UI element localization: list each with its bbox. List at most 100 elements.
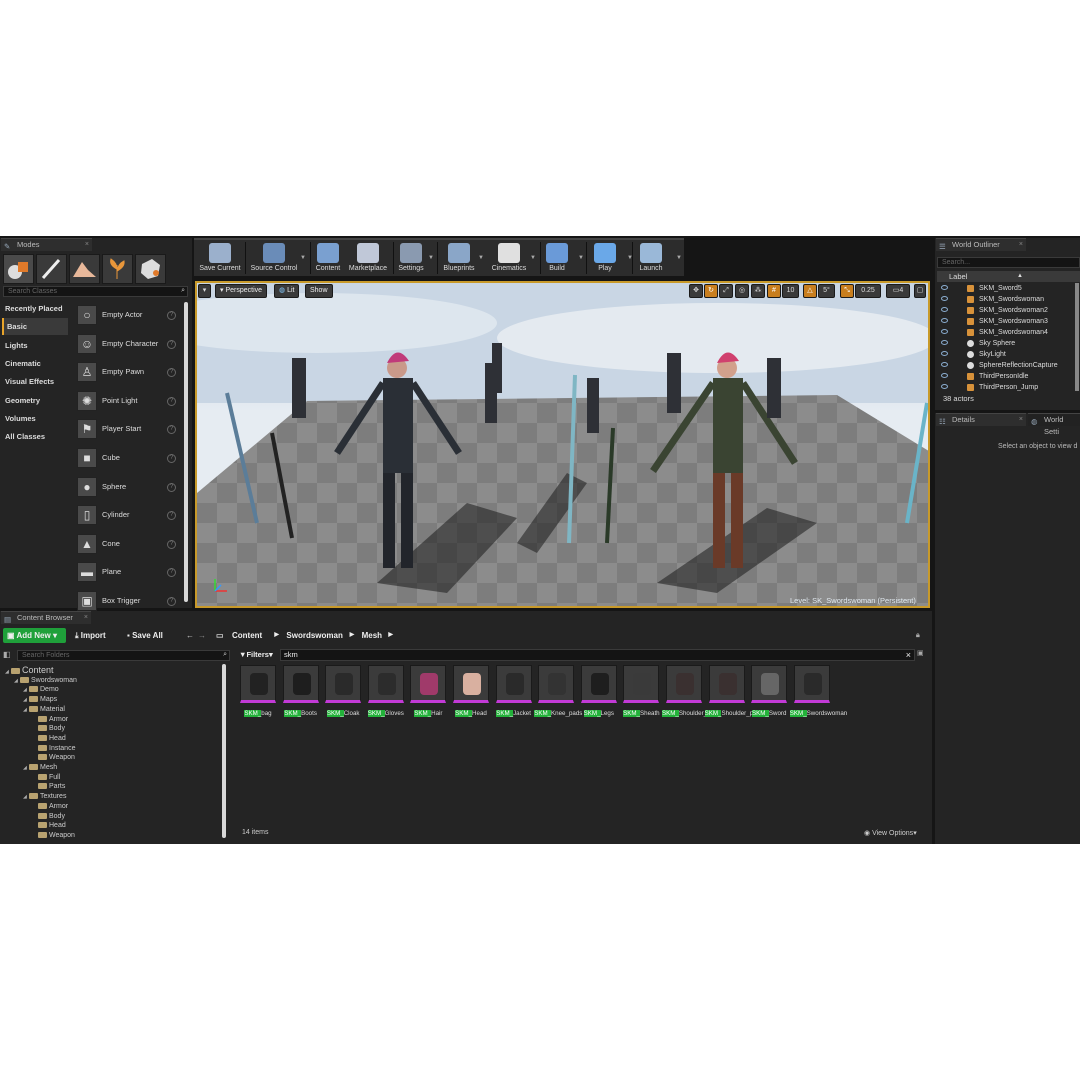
- placeable-item[interactable]: ■ Cube?: [74, 445, 184, 471]
- modes-scrollbar[interactable]: [184, 302, 188, 602]
- outliner-row[interactable]: SkyLight: [937, 349, 1080, 360]
- forward-button[interactable]: →: [198, 628, 206, 643]
- build-button[interactable]: Build: [544, 240, 570, 276]
- add-new-button[interactable]: ▣ Add New ▾: [3, 628, 66, 643]
- category-basic[interactable]: Basic: [2, 318, 68, 336]
- search-folders-input[interactable]: Search Folders ⌕: [17, 650, 230, 661]
- rotation-snap-value[interactable]: 5°: [818, 284, 835, 298]
- visibility-eye-icon[interactable]: [941, 318, 948, 323]
- folder-tree-item[interactable]: Full: [32, 773, 60, 783]
- asset-tile-sword[interactable]: [751, 665, 788, 703]
- asset-tile-swordswoman[interactable]: [793, 665, 830, 703]
- asset-tile-shoulder_pad1[interactable]: [666, 665, 702, 703]
- outliner-row[interactable]: SphereReflectionCapture: [937, 360, 1080, 371]
- camera-speed-button[interactable]: ▭4: [886, 284, 910, 298]
- viewport-options-button[interactable]: ▾: [198, 284, 211, 298]
- outliner-row[interactable]: ThirdPerson_Jump: [937, 382, 1080, 393]
- clear-search-icon[interactable]: ×: [906, 650, 911, 660]
- category-all-classes[interactable]: All Classes: [2, 428, 68, 445]
- category-visual-effects[interactable]: Visual Effects: [2, 373, 68, 390]
- world-space-button[interactable]: ◎: [735, 284, 749, 298]
- visibility-eye-icon[interactable]: [941, 307, 948, 312]
- asset-tile-shoulder_pad2[interactable]: [708, 665, 745, 703]
- paint-mode-button[interactable]: [36, 254, 67, 284]
- translate-tool-button[interactable]: ✥: [689, 284, 703, 298]
- visibility-eye-icon[interactable]: [941, 351, 948, 356]
- asset-tile-hair[interactable]: [410, 665, 447, 703]
- folder-tree-item[interactable]: Parts: [32, 782, 65, 792]
- folder-tree-item[interactable]: Weapon: [32, 753, 75, 763]
- breadcrumb-content[interactable]: Content: [232, 628, 262, 643]
- category-volumes[interactable]: Volumes: [2, 410, 68, 427]
- chevron-down-icon[interactable]: ▼: [300, 255, 306, 261]
- folder-tree-item[interactable]: ◢ Maps: [23, 695, 57, 705]
- outliner-row[interactable]: SKM_Swordswoman3: [937, 316, 1080, 327]
- close-icon[interactable]: ×: [85, 239, 89, 251]
- grid-snap-icon[interactable]: #: [767, 284, 781, 298]
- geometry-mode-button[interactable]: [135, 254, 166, 284]
- asset-search-input[interactable]: skm ×: [280, 649, 915, 661]
- visibility-eye-icon[interactable]: [941, 296, 948, 301]
- maximize-viewport-button[interactable]: ▢: [914, 284, 926, 298]
- launch-button[interactable]: Launch: [636, 240, 666, 276]
- folder-tree-item[interactable]: Head: [32, 821, 66, 831]
- folder-tree-item[interactable]: Body: [32, 812, 65, 822]
- perspective-button[interactable]: ▾ Perspective: [215, 284, 268, 298]
- placeable-item[interactable]: ▲ Cone?: [74, 531, 184, 557]
- placeable-item[interactable]: ♙ Empty Pawn?: [74, 359, 184, 385]
- help-icon[interactable]: ?: [167, 597, 176, 606]
- category-lights[interactable]: Lights: [2, 337, 68, 354]
- close-icon[interactable]: ×: [1019, 239, 1023, 251]
- visibility-eye-icon[interactable]: [941, 285, 948, 290]
- rotation-snap-icon[interactable]: △: [803, 284, 817, 298]
- help-icon[interactable]: ?: [167, 539, 176, 549]
- chevron-down-icon[interactable]: ▼: [578, 255, 584, 261]
- show-button[interactable]: Show: [305, 284, 333, 298]
- outliner-label-header[interactable]: Label ▲: [937, 271, 1080, 282]
- placeable-item[interactable]: ⚑ Player Start?: [74, 416, 184, 442]
- asset-tile-boots[interactable]: [282, 665, 319, 703]
- asset-tile-head[interactable]: [453, 665, 489, 703]
- place-mode-button[interactable]: [3, 254, 34, 284]
- outliner-row[interactable]: SKM_Swordswoman: [937, 294, 1080, 305]
- chevron-down-icon[interactable]: ▼: [478, 255, 484, 261]
- lock-icon[interactable]: 🔒︎: [916, 628, 920, 643]
- placeable-item[interactable]: ○ Empty Actor?: [74, 302, 184, 328]
- folder-tree-item[interactable]: Head: [32, 734, 66, 744]
- chevron-down-icon[interactable]: ▼: [428, 255, 434, 261]
- details-tab[interactable]: ☷ Details ×: [936, 413, 1026, 426]
- import-button[interactable]: ⤓ Import: [75, 628, 106, 643]
- chevron-right-icon[interactable]: ▶: [388, 628, 393, 643]
- save-search-icon[interactable]: ▣: [917, 649, 924, 657]
- world-outliner-tab[interactable]: ☰ World Outliner ×: [936, 238, 1026, 251]
- close-icon[interactable]: ×: [84, 612, 88, 624]
- folder-tree-item[interactable]: ◢ Content: [5, 665, 54, 675]
- settings-button[interactable]: Settings: [396, 240, 426, 276]
- help-icon[interactable]: ?: [167, 311, 176, 320]
- help-icon[interactable]: ?: [167, 339, 176, 349]
- asset-tile-cloak[interactable]: [325, 665, 362, 703]
- asset-tile-bag[interactable]: [240, 665, 276, 703]
- cinematics-button[interactable]: Cinematics: [489, 240, 529, 276]
- breadcrumb-swordswoman[interactable]: Swordswoman: [286, 628, 342, 643]
- folder-tree-item[interactable]: Instance: [32, 744, 75, 754]
- placeable-item[interactable]: ✺ Point Light?: [74, 388, 184, 414]
- placeable-item[interactable]: ▬ Plane?: [74, 559, 184, 585]
- folder-tree-item[interactable]: ◢ Textures: [23, 792, 66, 802]
- level-viewport[interactable]: Level: SK_Swordswoman (Persistent): [195, 281, 930, 608]
- content-browser-tab[interactable]: ▤ Content Browser ×: [1, 611, 91, 624]
- chevron-down-icon[interactable]: ▼: [627, 255, 633, 261]
- scale-snap-value[interactable]: 0.25: [855, 284, 881, 298]
- help-icon[interactable]: ?: [167, 396, 176, 406]
- folder-tree-item[interactable]: ◢ Demo: [23, 685, 59, 695]
- outliner-row[interactable]: SKM_Swordswoman4: [937, 327, 1080, 338]
- close-icon[interactable]: ×: [1019, 414, 1023, 426]
- search-classes-input[interactable]: Search Classes ⌕: [3, 286, 188, 297]
- visibility-eye-icon[interactable]: [941, 329, 948, 334]
- blueprints-button[interactable]: Blueprints: [441, 240, 477, 276]
- folder-tree-item[interactable]: Armor: [32, 715, 68, 725]
- collapse-sources-icon[interactable]: ◧: [3, 650, 11, 659]
- filters-button[interactable]: ▼Filters▾: [239, 649, 273, 661]
- outliner-row[interactable]: ThirdPersonIdle: [937, 371, 1080, 382]
- outliner-row[interactable]: SKM_Swordswoman2: [937, 305, 1080, 316]
